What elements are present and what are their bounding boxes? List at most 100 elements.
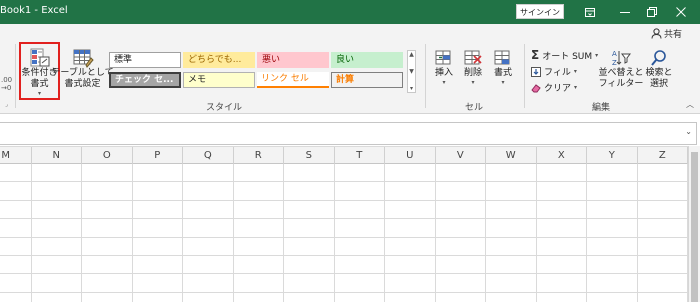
vertical-scrollbar[interactable]	[688, 146, 700, 302]
style-linked-cell[interactable]: リンク セル	[257, 72, 329, 88]
chevron-down-icon: ▾	[595, 51, 599, 59]
clear-label: クリア	[544, 84, 572, 94]
find-select-label-2: 選択	[649, 79, 668, 89]
column-header-o[interactable]: O	[82, 147, 133, 165]
fill-button[interactable]: フィル ▾	[531, 65, 577, 78]
column-header-r[interactable]: R	[234, 147, 284, 165]
ribbon-display-options-button[interactable]	[576, 0, 604, 24]
format-as-table-icon	[73, 49, 94, 68]
eraser-icon	[531, 83, 541, 92]
delete-button[interactable]: 削除 ▾	[459, 48, 487, 86]
scrollbar-thumb[interactable]	[691, 152, 698, 302]
scroll-up-icon[interactable]: ▲	[409, 51, 414, 58]
cell-grid[interactable]	[0, 164, 700, 302]
formula-input[interactable]: ⌄	[0, 122, 697, 145]
share-row: 共有	[0, 24, 700, 42]
window-title: Book1 - Excel	[0, 5, 68, 16]
decimal-fragment-icon: .00 →0	[1, 76, 13, 92]
column-header-x[interactable]: X	[537, 147, 587, 165]
format-label: 書式	[493, 68, 512, 78]
gallery-more-icon[interactable]: ▾	[410, 85, 413, 92]
find-select-label-1: 検索と	[645, 68, 673, 78]
chevron-down-icon: ▾	[501, 79, 505, 86]
sort-filter-icon: A Z	[612, 50, 631, 67]
autosum-button[interactable]: Σ オート SUM ▾	[531, 48, 598, 62]
number-group-launcher-icon[interactable]: ⌟	[5, 101, 8, 108]
person-icon	[651, 28, 662, 39]
chevron-down-icon: ▾	[573, 68, 577, 75]
column-header-m[interactable]: M	[0, 147, 32, 165]
format-as-table-button[interactable]: テーブルとして 書式設定	[51, 48, 114, 90]
find-select-button[interactable]: 検索と 選択	[644, 48, 674, 90]
svg-text:Z: Z	[612, 59, 617, 67]
minimize-button[interactable]	[611, 0, 639, 24]
delete-cells-icon	[464, 50, 482, 65]
close-button[interactable]	[667, 0, 695, 24]
insert-button[interactable]: 挿入 ▾	[430, 48, 458, 86]
fill-label: フィル	[544, 68, 571, 78]
insert-label: 挿入	[434, 68, 453, 78]
share-label: 共有	[664, 30, 683, 40]
style-note[interactable]: メモ	[183, 72, 255, 88]
style-check-cell[interactable]: チェック セ...	[109, 72, 181, 88]
format-as-table-label-2: 書式設定	[64, 79, 101, 89]
collapse-ribbon-icon[interactable]: ︿	[686, 99, 694, 110]
column-header-y[interactable]: Y	[587, 147, 638, 165]
format-button[interactable]: 書式 ▾	[489, 48, 517, 86]
sign-in-button[interactable]: サインイン	[516, 4, 564, 19]
column-header-w[interactable]: W	[486, 147, 537, 165]
ribbon-display-icon	[585, 7, 595, 17]
restore-button[interactable]	[638, 0, 666, 24]
chevron-down-icon: ▾	[37, 90, 41, 97]
grid-lines	[0, 164, 700, 302]
autosum-label: オート SUM	[542, 51, 593, 62]
style-good[interactable]: 良い	[331, 52, 403, 68]
style-gallery-scroll[interactable]: ▲ ▼ ▾	[407, 50, 416, 93]
column-header-u[interactable]: U	[385, 147, 436, 165]
style-bad[interactable]: 悪い	[257, 52, 329, 68]
share-button[interactable]: 共有	[651, 27, 682, 40]
fill-down-icon	[531, 66, 541, 77]
group-separator	[524, 44, 525, 108]
style-normal[interactable]: 標準	[109, 52, 181, 68]
group-label-style: スタイル	[206, 103, 243, 113]
restore-icon	[647, 7, 657, 17]
formula-bar-area: ⌄	[0, 114, 700, 145]
column-header-p[interactable]: P	[133, 147, 183, 165]
chevron-down-icon: ▾	[442, 79, 446, 86]
group-separator	[15, 44, 16, 108]
sort-filter-label-2: フィルター	[598, 79, 644, 89]
style-neutral[interactable]: どちらでも...	[183, 52, 255, 68]
clear-button[interactable]: クリア ▾	[531, 81, 577, 94]
conditional-formatting-icon	[30, 48, 49, 67]
style-calculation[interactable]: 計算	[331, 72, 403, 88]
column-header-s[interactable]: S	[284, 147, 335, 165]
group-label-cells: セル	[465, 103, 484, 113]
column-header-z[interactable]: Z	[638, 147, 688, 165]
excel-window: Book1 - Excel サインイン 共有 .00 →0 ⌟ 条件付き 書式 …	[0, 0, 700, 302]
group-separator	[425, 44, 426, 108]
group-label-editing: 編集	[592, 103, 611, 113]
chevron-down-icon: ▾	[471, 79, 475, 86]
ribbon: .00 →0 ⌟ 条件付き 書式 ▾ テーブルとして 書式設定 標準 どちらでも…	[0, 42, 700, 114]
title-bar: Book1 - Excel サインイン	[0, 0, 700, 24]
format-cells-icon	[494, 50, 510, 65]
column-header-n[interactable]: N	[32, 147, 82, 165]
column-header-q[interactable]: Q	[183, 147, 234, 165]
delete-label: 削除	[463, 68, 482, 78]
chevron-down-icon: ▾	[574, 84, 578, 91]
conditional-formatting-label-2: 書式	[30, 79, 49, 89]
sigma-icon: Σ	[531, 48, 540, 62]
scroll-down-icon[interactable]: ▼	[409, 68, 414, 75]
sort-filter-button[interactable]: A Z 並べ替えと フィルター	[598, 48, 644, 90]
close-icon	[676, 7, 686, 17]
expand-formula-bar-icon[interactable]: ⌄	[685, 127, 692, 136]
column-header-t[interactable]: T	[335, 147, 385, 165]
svg-text:A: A	[612, 50, 617, 58]
column-headers: MNOPQRSTUVWXYZ	[0, 146, 700, 165]
insert-cells-icon	[435, 50, 451, 65]
minimize-icon	[620, 11, 630, 13]
sort-filter-label-1: 並べ替えと	[598, 68, 644, 78]
search-icon	[651, 50, 666, 66]
column-header-v[interactable]: V	[436, 147, 486, 165]
